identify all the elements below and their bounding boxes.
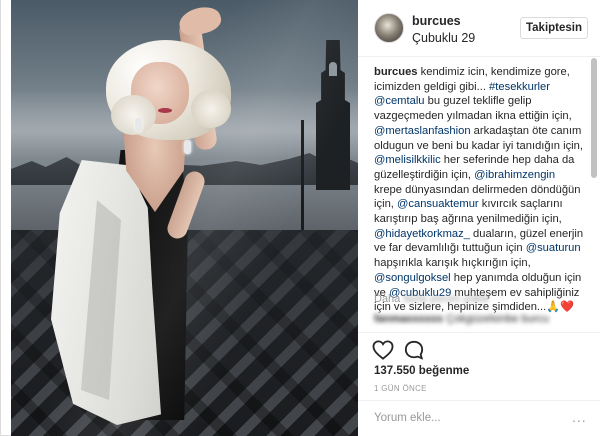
post-photo[interactable] (11, 0, 358, 436)
location-link[interactable]: Çubuklu 29 (412, 31, 475, 45)
comment-text: Çokgüzelsinbe burcu (446, 313, 549, 325)
comment-item: fanmaxxxxxx Çokgüzelsinbe burcu (374, 313, 549, 325)
caption-mention[interactable]: @cemtalu (374, 95, 425, 107)
likes-count[interactable]: 137.550 beğenme (374, 365, 469, 377)
more-options-icon[interactable]: ... (572, 409, 587, 425)
comment-divider (358, 400, 600, 401)
comment-username[interactable]: fanmaxxxxxx (374, 313, 443, 325)
comment-icon[interactable] (404, 340, 424, 360)
load-more-blurred: fazla yorum yükle (403, 293, 489, 305)
post-header: burcues Çubuklu 29 Takiptesin (358, 0, 600, 57)
load-more-comments-link[interactable]: Daha fazla yorum yükle (374, 293, 489, 305)
caption-hashtag[interactable]: #tesekkurler (489, 81, 550, 93)
heart-icon[interactable] (372, 340, 394, 360)
caption-username[interactable]: burcues (374, 66, 418, 78)
caption-mention[interactable]: @ibrahimzengin (474, 169, 555, 181)
caption-mention[interactable]: @mertaslanfashion (374, 125, 471, 137)
username-link[interactable]: burcues (412, 14, 461, 28)
caption-text: hapşırıkla karışık hıçkırığın için, (374, 257, 531, 270)
actions-divider (358, 332, 600, 333)
caption-mention[interactable]: @melisilkkilic (374, 154, 441, 166)
avatar[interactable] (374, 13, 404, 43)
post-caption: burcues kendimiz icin, kendimize gore, i… (374, 65, 584, 315)
comments-scrollbar[interactable] (591, 58, 597, 178)
caption-mention[interactable]: @cansuaktemur (397, 198, 479, 210)
photo-glass-reflection (11, 0, 358, 436)
comment-input[interactable] (374, 409, 564, 427)
following-button[interactable]: Takiptesin (520, 17, 588, 39)
load-more-prefix: Daha (374, 293, 401, 305)
post-side-panel: burcues Çubuklu 29 Takiptesin burcues ke… (358, 0, 600, 436)
caption-mention[interactable]: @hidayetkorkmaz_ (374, 228, 470, 240)
post-timestamp[interactable]: 1 GÜN ÖNCE (374, 384, 427, 393)
caption-mention[interactable]: @suaturun (526, 242, 581, 254)
caption-mention[interactable]: @songulgoksel (374, 272, 451, 284)
